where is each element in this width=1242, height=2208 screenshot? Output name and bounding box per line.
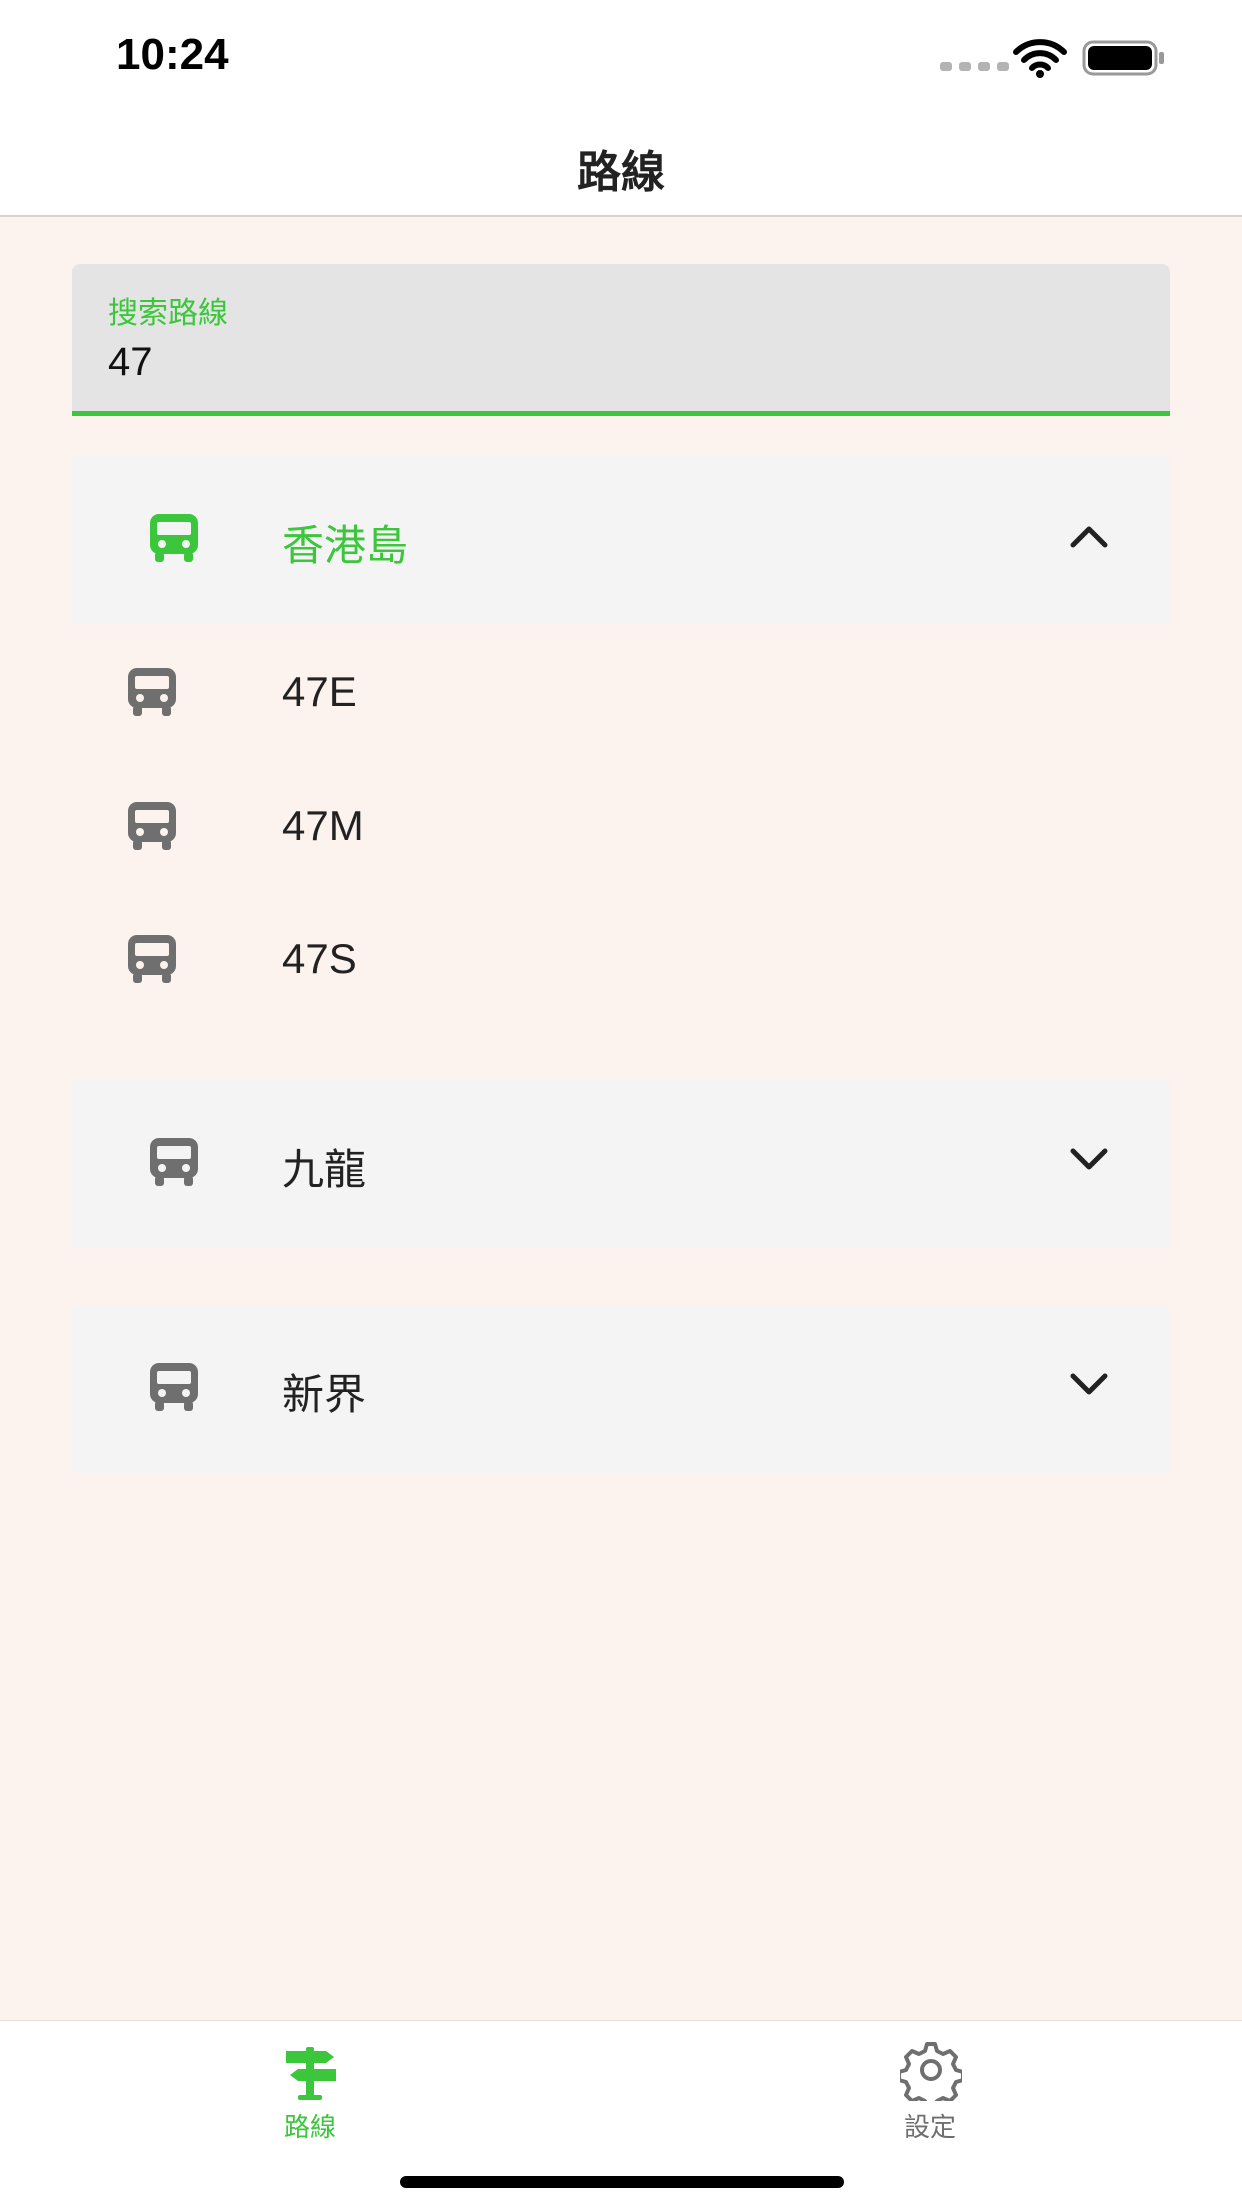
bus-icon: [128, 802, 176, 850]
region-label: 香港島: [282, 521, 409, 570]
bus-icon: [150, 1138, 198, 1186]
route-label: 47E: [282, 668, 357, 715]
bus-icon: [128, 935, 176, 983]
bus-icon: [150, 1363, 198, 1411]
navigation-bar: 路線: [0, 116, 1242, 217]
route-label: 47S: [282, 935, 357, 982]
status-time: 10:24: [116, 30, 229, 79]
gear-icon: [900, 2042, 962, 2101]
page-title: 路線: [577, 147, 665, 198]
tab-settings[interactable]: 設定: [810, 2021, 1050, 2151]
route-item-47s[interactable]: 47S: [72, 893, 1170, 1027]
route-item-47m[interactable]: 47M: [72, 760, 1170, 894]
tab-label: 設定: [903, 2113, 956, 2143]
region-label: 九龍: [282, 1145, 367, 1194]
wifi-icon: [1013, 39, 1067, 78]
search-label: 搜索路線: [108, 296, 228, 331]
region-header-new-territories[interactable]: 新界: [72, 1305, 1170, 1473]
search-input[interactable]: 搜索路線 47: [72, 264, 1170, 416]
route-item-47e[interactable]: 47E: [72, 626, 1170, 760]
route-label: 47M: [282, 802, 364, 849]
home-indicator[interactable]: [400, 2176, 844, 2188]
cellular-signal-icon: [940, 62, 1009, 71]
bus-icon: [128, 668, 176, 716]
search-value[interactable]: 47: [108, 340, 153, 385]
tab-routes[interactable]: 路線: [190, 2021, 430, 2151]
region-label: 新界: [282, 1370, 367, 1419]
status-bar: 10:24: [0, 0, 1242, 116]
bus-icon: [150, 514, 198, 562]
region-header-kowloon[interactable]: 九龍: [72, 1080, 1170, 1248]
signpost-icon: [286, 2047, 336, 2100]
chevron-down-icon[interactable]: [1068, 1146, 1110, 1174]
region-header-hong-kong-island[interactable]: 香港島: [72, 456, 1170, 624]
tab-label: 路線: [283, 2113, 336, 2143]
chevron-down-icon[interactable]: [1068, 1371, 1110, 1399]
battery-icon: [1082, 40, 1164, 76]
chevron-up-icon[interactable]: [1068, 522, 1110, 550]
